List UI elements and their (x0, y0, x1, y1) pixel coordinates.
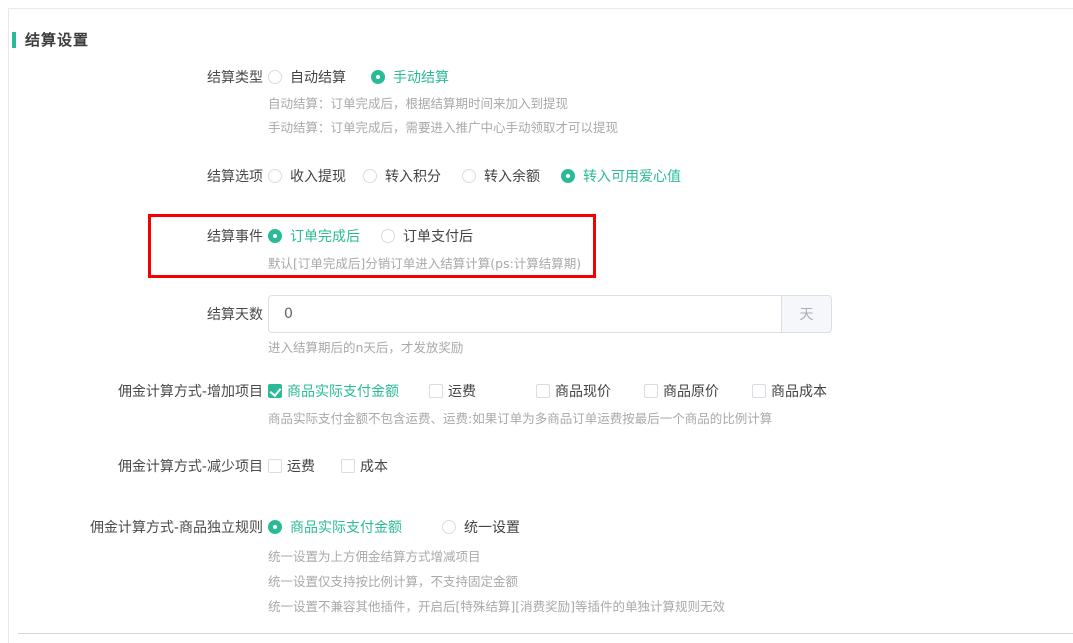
settle-days-unit: 天 (782, 295, 832, 333)
section-title-bar (12, 32, 16, 48)
checkbox-original-price[interactable]: 商品原价 (644, 381, 719, 401)
radio-to-points[interactable]: 转入积分 (363, 166, 441, 186)
section-title-text: 结算设置 (25, 29, 89, 50)
section-title: 结算设置 (12, 29, 89, 50)
checkbox-icon[interactable] (341, 459, 355, 473)
row-settle-option: 结算选项 收入提现 转入积分 转入余额 转入可用爱心值 (0, 166, 1073, 186)
radio-icon[interactable] (268, 70, 282, 84)
checkbox-icon[interactable] (429, 384, 443, 398)
radio-order-completed[interactable]: 订单完成后 (268, 226, 360, 246)
commission-add-help: 商品实际支付金额不包含运费、运费:如果订单为多商品订单运费按最后一个商品的比例计… (268, 407, 772, 431)
radio-selected-icon[interactable] (561, 169, 575, 183)
radio-icon[interactable] (442, 520, 456, 534)
commission-sub-options: 运费 成本 (268, 456, 388, 476)
radio-unified-setting[interactable]: 统一设置 (442, 517, 520, 537)
radio-to-love-value[interactable]: 转入可用爱心值 (561, 166, 681, 186)
radio-icon[interactable] (462, 169, 476, 183)
checkbox-icon[interactable] (644, 384, 658, 398)
radio-order-paid[interactable]: 订单支付后 (381, 226, 473, 246)
radio-icon[interactable] (268, 169, 282, 183)
row-settle-days: 结算天数 天 (0, 295, 1073, 333)
settle-event-options: 订单完成后 订单支付后 (268, 226, 473, 246)
commission-add-options: 商品实际支付金额 运费 商品现价 商品原价 商品成本 (268, 381, 827, 401)
commission-add-label: 佣金计算方式-增加项目 (0, 381, 263, 401)
settle-event-label: 结算事件 (0, 226, 263, 246)
row-commission-add: 佣金计算方式-增加项目 商品实际支付金额 运费 商品现价 商品原价 商品成本 (0, 381, 1073, 401)
commission-item-rule-options: 商品实际支付金额 统一设置 (268, 517, 520, 537)
settle-days-help: 进入结算期后的n天后，才发放奖励 (268, 336, 463, 360)
checkbox-sub-cost[interactable]: 成本 (341, 456, 388, 476)
radio-item-actual-paid[interactable]: 商品实际支付金额 (268, 517, 402, 537)
settle-days-label: 结算天数 (0, 304, 263, 324)
settle-days-input-group: 天 (268, 295, 832, 333)
radio-auto-settle[interactable]: 自动结算 (268, 67, 346, 87)
settlement-settings-page: 结算设置 结算类型 自动结算 手动结算 自动结算：订单完成后，根据结算期时间来加… (0, 0, 1073, 643)
bottom-divider (18, 633, 1073, 634)
settle-type-help: 自动结算：订单完成后，根据结算期时间来加入到提现 手动结算：订单完成后，需要进入… (268, 92, 618, 140)
settle-option-label: 结算选项 (0, 166, 263, 186)
radio-manual-settle[interactable]: 手动结算 (371, 67, 449, 87)
checkbox-shipping-fee[interactable]: 运费 (429, 381, 476, 401)
checkbox-icon[interactable] (536, 384, 550, 398)
row-settle-event: 结算事件 订单完成后 订单支付后 (0, 226, 1073, 246)
commission-item-rule-label: 佣金计算方式-商品独立规则 (0, 517, 263, 537)
row-commission-item-rule: 佣金计算方式-商品独立规则 商品实际支付金额 统一设置 (0, 517, 1073, 537)
radio-icon[interactable] (363, 169, 377, 183)
commission-item-rule-help: 统一设置为上方佣金结算方式增减项目 统一设置仅支持按比例计算，不支持固定金额 统… (268, 544, 725, 619)
radio-to-balance[interactable]: 转入余额 (462, 166, 540, 186)
checkbox-icon[interactable] (752, 384, 766, 398)
radio-selected-icon[interactable] (268, 520, 282, 534)
settle-days-input[interactable] (268, 295, 782, 333)
radio-icon[interactable] (381, 229, 395, 243)
checkbox-actual-paid-amount[interactable]: 商品实际支付金额 (268, 381, 399, 401)
radio-income-withdraw[interactable]: 收入提现 (268, 166, 346, 186)
checkbox-sub-shipping-fee[interactable]: 运费 (268, 456, 315, 476)
commission-sub-label: 佣金计算方式-减少项目 (0, 456, 263, 476)
radio-selected-icon[interactable] (371, 70, 385, 84)
checkbox-icon[interactable] (268, 459, 282, 473)
row-settle-type: 结算类型 自动结算 手动结算 (0, 67, 1073, 87)
row-commission-sub: 佣金计算方式-减少项目 运费 成本 (0, 456, 1073, 476)
checkbox-current-price[interactable]: 商品现价 (536, 381, 611, 401)
settle-event-help: 默认[订单完成后]分销订单进入结算计算(ps:计算结算期) (268, 252, 581, 276)
settle-option-options: 收入提现 转入积分 转入余额 转入可用爱心值 (268, 166, 681, 186)
checkbox-checked-icon[interactable] (268, 384, 282, 398)
checkbox-goods-cost[interactable]: 商品成本 (752, 381, 827, 401)
settle-type-label: 结算类型 (0, 67, 263, 87)
settle-type-options: 自动结算 手动结算 (268, 67, 449, 87)
radio-selected-icon[interactable] (268, 229, 282, 243)
